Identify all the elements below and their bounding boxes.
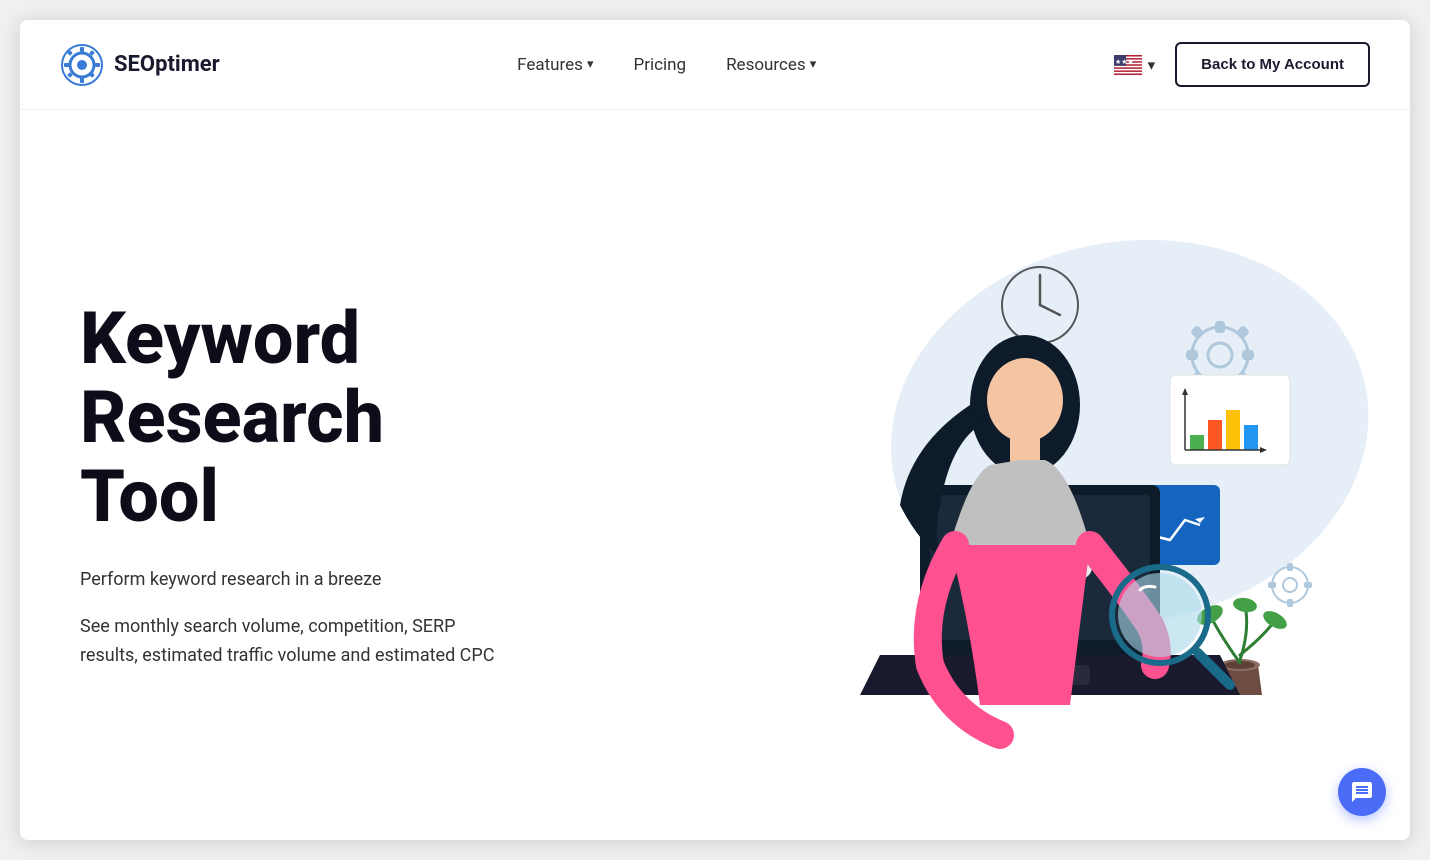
nav-resources[interactable]: Resources ▾ xyxy=(726,55,816,75)
us-flag-icon: ★★★ xyxy=(1114,55,1142,75)
language-selector[interactable]: ★★★ ▾ xyxy=(1114,55,1156,75)
nav-right: ★★★ ▾ Back to My Account xyxy=(1114,42,1370,87)
chevron-down-icon-resources: ▾ xyxy=(810,57,817,72)
hero-title-line1: Keyword xyxy=(80,296,360,381)
hero-subtitle: Perform keyword research in a breeze xyxy=(80,566,500,593)
hero-title: Keyword Research Tool xyxy=(80,299,500,537)
hero-title-line2: Research xyxy=(80,378,384,457)
chevron-down-icon: ▾ xyxy=(587,57,594,72)
nav-links: Features ▾ Pricing Resources ▾ xyxy=(517,55,816,75)
hero-section: Keyword Research Tool Perform keyword re… xyxy=(20,110,1410,840)
page-frame: SEOptimer Features ▾ Pricing Resources ▾ xyxy=(20,20,1410,840)
logo[interactable]: SEOptimer xyxy=(60,43,220,87)
hero-illustration-area xyxy=(730,205,1350,765)
hero-title-line3: Tool xyxy=(80,454,219,539)
svg-text:★★★: ★★★ xyxy=(1115,58,1134,66)
nav-features[interactable]: Features ▾ xyxy=(517,55,593,75)
nav-pricing[interactable]: Pricing xyxy=(633,55,686,75)
chat-icon xyxy=(1350,780,1374,804)
chat-button[interactable] xyxy=(1338,768,1386,816)
logo-text: SEOptimer xyxy=(114,52,220,77)
navbar: SEOptimer Features ▾ Pricing Resources ▾ xyxy=(20,20,1410,110)
hero-left: Keyword Research Tool Perform keyword re… xyxy=(80,299,500,671)
hero-illustration xyxy=(730,205,1350,765)
flag-chevron: ▾ xyxy=(1148,56,1156,74)
back-to-account-button[interactable]: Back to My Account xyxy=(1175,42,1370,87)
hero-description: See monthly search volume, competition, … xyxy=(80,613,500,671)
logo-icon xyxy=(60,43,104,87)
gear-icon-small xyxy=(1268,563,1312,607)
